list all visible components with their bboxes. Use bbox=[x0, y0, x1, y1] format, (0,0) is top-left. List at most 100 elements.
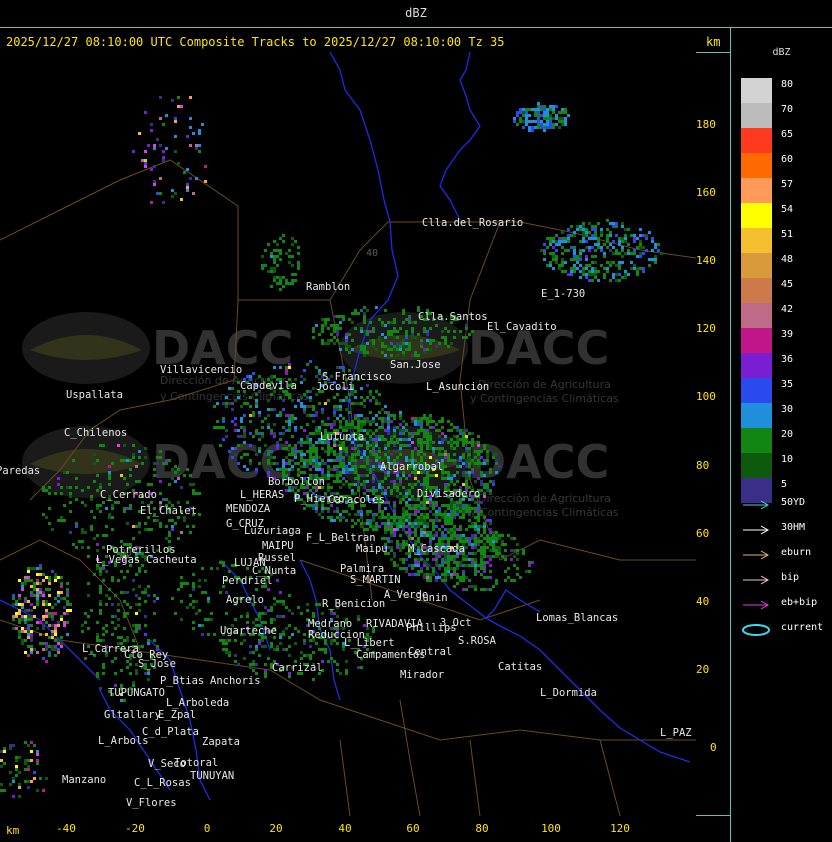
echo-pixel bbox=[273, 423, 276, 426]
echo-pixel bbox=[573, 252, 576, 255]
echo-pixel bbox=[303, 405, 306, 408]
echo-pixel bbox=[471, 507, 474, 510]
echo-pixel bbox=[417, 453, 420, 456]
echo-pixel bbox=[51, 630, 54, 633]
legend-title: dBZ bbox=[772, 47, 791, 58]
echo-pixel bbox=[432, 507, 435, 510]
echo-pixel bbox=[294, 456, 297, 459]
echo-pixel bbox=[588, 279, 591, 282]
echo-pixel bbox=[225, 405, 228, 408]
echo-pixel bbox=[369, 411, 372, 414]
echo-pixel bbox=[468, 333, 471, 336]
echo-pixel bbox=[396, 564, 399, 567]
x-axis-tick-label: 60 bbox=[406, 822, 420, 835]
radar-map[interactable]: DACC DACC Dirección de Agricultura y Con… bbox=[0, 52, 696, 816]
echo-pixel bbox=[189, 117, 192, 120]
echo-pixel bbox=[231, 420, 234, 423]
echo-pixel bbox=[567, 234, 570, 237]
echo-pixel bbox=[168, 531, 171, 534]
echo-pixel bbox=[51, 636, 54, 639]
echo-pixel bbox=[315, 414, 318, 417]
echo-pixel bbox=[396, 483, 399, 486]
echo-pixel bbox=[597, 246, 600, 249]
echo-pixel bbox=[300, 441, 303, 444]
city-label: Central bbox=[408, 646, 452, 658]
echo-pixel bbox=[210, 612, 213, 615]
radar-map-canvas[interactable]: DACC DACC Dirección de Agricultura y Con… bbox=[0, 52, 696, 816]
echo-pixel bbox=[276, 441, 279, 444]
echo-pixel bbox=[399, 480, 402, 483]
echo-pixel bbox=[381, 516, 384, 519]
echo-pixel bbox=[516, 111, 519, 114]
echo-pixel bbox=[282, 426, 285, 429]
echo-pixel bbox=[291, 447, 294, 450]
echo-pixel bbox=[372, 477, 375, 480]
echo-pixel bbox=[438, 528, 441, 531]
echo-pixel bbox=[363, 348, 366, 351]
echo-pixel bbox=[414, 522, 417, 525]
echo-pixel bbox=[402, 351, 405, 354]
echo-pixel bbox=[621, 276, 624, 279]
echo-pixel bbox=[399, 327, 402, 330]
echo-pixel bbox=[327, 471, 330, 474]
echo-pixel bbox=[180, 198, 183, 201]
echo-pixel bbox=[279, 591, 282, 594]
echo-pixel bbox=[387, 525, 390, 528]
echo-pixel bbox=[363, 354, 366, 357]
echo-pixel bbox=[273, 597, 276, 600]
echo-pixel bbox=[369, 339, 372, 342]
echo-pixel bbox=[450, 474, 453, 477]
echo-pixel bbox=[297, 246, 300, 249]
echo-pixel bbox=[312, 459, 315, 462]
echo-pixel bbox=[465, 507, 468, 510]
echo-pixel bbox=[33, 585, 36, 588]
legend-value-label: 60 bbox=[781, 154, 794, 165]
echo-pixel bbox=[63, 519, 66, 522]
echo-pixel bbox=[432, 528, 435, 531]
echo-pixel bbox=[390, 522, 393, 525]
echo-pixel bbox=[159, 522, 162, 525]
echo-pixel bbox=[99, 591, 102, 594]
echo-pixel bbox=[348, 483, 351, 486]
echo-pixel bbox=[450, 537, 453, 540]
echo-pixel bbox=[423, 327, 426, 330]
echo-pixel bbox=[39, 621, 42, 624]
echo-pixel bbox=[468, 450, 471, 453]
echo-pixel bbox=[486, 519, 489, 522]
echo-pixel bbox=[408, 516, 411, 519]
echo-pixel bbox=[651, 258, 654, 261]
echo-pixel bbox=[285, 468, 288, 471]
echo-pixel bbox=[84, 504, 87, 507]
echo-pixel bbox=[321, 471, 324, 474]
echo-pixel bbox=[408, 555, 411, 558]
echo-pixel bbox=[447, 330, 450, 333]
echo-pixel bbox=[351, 459, 354, 462]
echo-pixel bbox=[291, 273, 294, 276]
echo-pixel bbox=[444, 570, 447, 573]
echo-pixel bbox=[87, 627, 90, 630]
echo-pixel bbox=[360, 420, 363, 423]
echo-pixel bbox=[297, 489, 300, 492]
echo-pixel bbox=[315, 375, 318, 378]
echo-pixel bbox=[504, 558, 507, 561]
echo-pixel bbox=[30, 585, 33, 588]
echo-pixel bbox=[486, 483, 489, 486]
echo-pixel bbox=[336, 453, 339, 456]
echo-pixel bbox=[75, 525, 78, 528]
echo-pixel bbox=[420, 441, 423, 444]
echo-pixel bbox=[393, 345, 396, 348]
echo-pixel bbox=[417, 516, 420, 519]
echo-pixel bbox=[312, 678, 315, 681]
echo-pixel bbox=[477, 504, 480, 507]
echo-pixel bbox=[372, 489, 375, 492]
echo-pixel bbox=[69, 495, 72, 498]
echo-pixel bbox=[423, 483, 426, 486]
echo-pixel bbox=[39, 573, 42, 576]
watermark-logo-icon bbox=[22, 312, 150, 384]
echo-pixel bbox=[351, 489, 354, 492]
echo-pixel bbox=[285, 462, 288, 465]
city-label: L_Arboleda bbox=[166, 697, 229, 709]
echo-pixel bbox=[360, 666, 363, 669]
echo-pixel bbox=[339, 414, 342, 417]
legend-track-row: eburn bbox=[739, 546, 831, 562]
